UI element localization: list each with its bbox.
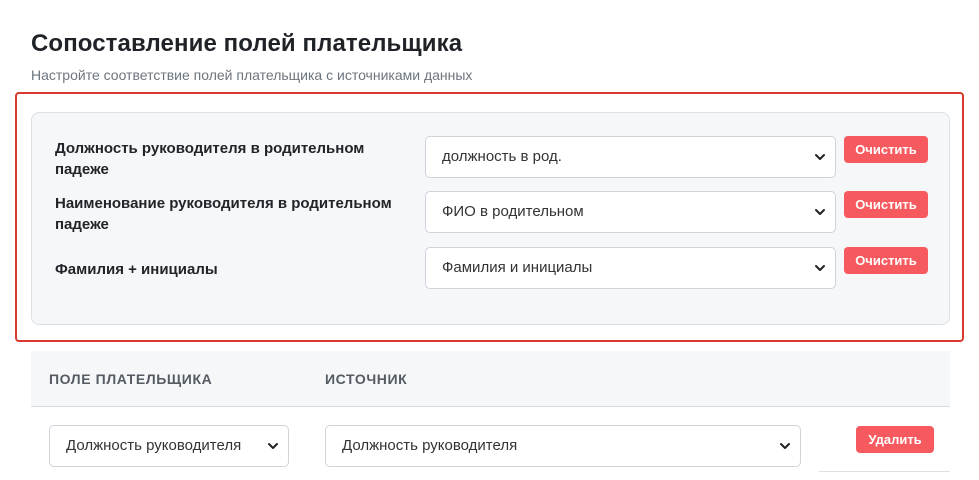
clear-button[interactable]: Очистить — [844, 136, 928, 163]
table-header: ПОЛЕ ПЛАТЕЛЬЩИКА ИСТОЧНИК — [31, 351, 950, 407]
chevron-down-icon — [815, 154, 825, 160]
mapping-row: Наименование руководителя в родительном … — [32, 191, 949, 235]
row-divider — [819, 471, 950, 472]
page-subtitle: Настройте соответствие полей плательщика… — [31, 67, 473, 83]
delete-button[interactable]: Удалить — [856, 426, 934, 453]
mapping-select-value: должность в род. — [442, 148, 562, 165]
column-header-source: ИСТОЧНИК — [325, 371, 408, 387]
source-value: Должность руководителя — [342, 437, 518, 454]
chevron-down-icon — [815, 209, 825, 215]
mapping-label: Должность руководителя в родительном пад… — [55, 140, 365, 178]
clear-button[interactable]: Очистить — [844, 247, 928, 274]
payer-field-select[interactable]: Должность руководителя — [49, 425, 289, 467]
source-select[interactable]: Должность руководителя — [325, 425, 801, 467]
mapping-label: Наименование руководителя в родительном … — [55, 195, 392, 233]
mapping-label: Фамилия + инициалы — [55, 261, 218, 278]
mapping-select[interactable]: должность в род. — [425, 136, 836, 178]
mapping-row: Должность руководителя в родительном пад… — [32, 136, 949, 180]
page-title: Сопоставление полей плательщика — [31, 30, 463, 57]
mapping-select-value: Фамилия и инициалы — [442, 259, 593, 276]
mapping-select-value: ФИО в родительном — [442, 203, 584, 220]
mapping-row: Фамилия + инициалы Фамилия и инициалы Оч… — [32, 247, 949, 291]
clear-button[interactable]: Очистить — [844, 191, 928, 218]
chevron-down-icon — [780, 443, 790, 449]
mapping-select[interactable]: Фамилия и инициалы — [425, 247, 836, 289]
chevron-down-icon — [815, 265, 825, 271]
column-header-payer-field: ПОЛЕ ПЛАТЕЛЬЩИКА — [49, 371, 213, 387]
chevron-down-icon — [268, 443, 278, 449]
payer-field-value: Должность руководителя — [66, 437, 242, 454]
mapping-card: Должность руководителя в родительном пад… — [31, 112, 950, 325]
mapping-select[interactable]: ФИО в родительном — [425, 191, 836, 233]
